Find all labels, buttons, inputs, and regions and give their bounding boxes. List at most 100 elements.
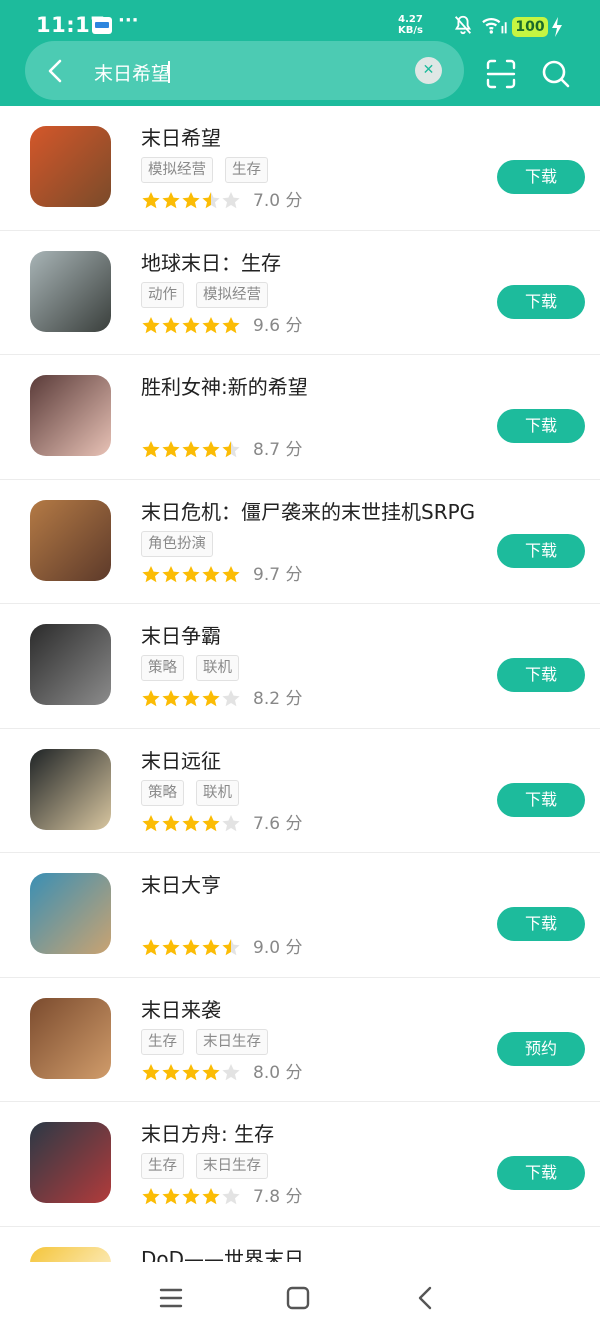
back-icon[interactable]	[411, 1283, 441, 1313]
star-icon	[142, 441, 160, 458]
star-icon	[202, 316, 220, 333]
app-name[interactable]: 末日争霸	[141, 620, 221, 649]
rating-score: 8.7 分	[253, 440, 303, 460]
app-name[interactable]: 末日危机：僵尸袭来的末世挂机SRPG	[141, 496, 475, 525]
star-icon	[142, 1063, 160, 1080]
download-button[interactable]: 下载	[497, 409, 585, 443]
app-name[interactable]: 末日方舟: 生存	[141, 1118, 274, 1147]
list-item[interactable]: 末日方舟: 生存 生存 末日生存 7.8 分 下载	[0, 1102, 600, 1227]
list-item[interactable]: 末日希望 模拟经营 生存 7.0 分 下载	[0, 106, 600, 231]
category-tag: 策略	[141, 655, 184, 681]
app-tags: 角色扮演	[141, 530, 225, 557]
star-icon	[162, 441, 180, 458]
star-icon	[142, 192, 160, 209]
star-icon	[162, 939, 180, 956]
menu-icon[interactable]	[156, 1283, 186, 1313]
search-bar[interactable]	[25, 41, 464, 100]
app-icon[interactable]	[30, 499, 111, 581]
star-icon	[222, 939, 240, 956]
rating-score: 7.6 分	[253, 813, 303, 834]
star-icon	[202, 1063, 220, 1080]
star-icon	[222, 441, 240, 458]
star-icon	[162, 1188, 180, 1205]
app-icon[interactable]	[30, 748, 111, 830]
download-button[interactable]: 下载	[497, 533, 585, 568]
app-name[interactable]: 地球末日：生存	[141, 247, 281, 276]
star-rating-icon	[142, 814, 240, 831]
star-icon	[222, 565, 240, 582]
download-button[interactable]: 下载	[497, 907, 585, 941]
app-tags: 动作 模拟经营	[141, 281, 280, 308]
app-name[interactable]: 末日希望	[141, 122, 221, 151]
reserve-button[interactable]: 预约	[497, 1031, 585, 1066]
star-icon	[222, 1188, 240, 1205]
more-dots-icon: ···	[118, 10, 139, 31]
star-icon	[202, 939, 220, 956]
app-name[interactable]: 末日远征	[141, 745, 221, 774]
download-button[interactable]: 下载	[497, 160, 585, 194]
star-icon	[162, 192, 180, 209]
download-button[interactable]: 下载	[497, 284, 585, 319]
star-icon	[202, 565, 220, 582]
notification-app-icon	[92, 17, 112, 34]
app-icon[interactable]	[30, 126, 111, 207]
app-icon[interactable]	[30, 997, 111, 1079]
star-icon	[182, 1188, 200, 1205]
home-icon[interactable]	[283, 1283, 313, 1313]
category-tag: 末日生存	[196, 1153, 268, 1179]
star-icon	[182, 1063, 200, 1080]
app-name[interactable]: 末日来袭	[141, 994, 221, 1023]
app-tags: 生存 末日生存	[141, 1153, 280, 1179]
star-rating-icon	[142, 939, 240, 956]
list-item[interactable]: 末日大亨 9.0 分 下载	[0, 853, 600, 978]
star-rating-icon	[142, 316, 240, 333]
app-icon[interactable]	[30, 873, 111, 954]
download-button[interactable]: 下载	[497, 1156, 585, 1190]
rating-score: 9.7 分	[253, 564, 303, 585]
rating-score: 7.0 分	[253, 191, 303, 211]
star-icon	[202, 814, 220, 831]
app-icon[interactable]	[30, 375, 111, 456]
app-tags: 策略 联机	[141, 779, 251, 806]
app-icon[interactable]	[30, 250, 111, 332]
app-tags: 生存 末日生存	[141, 1028, 280, 1055]
list-item[interactable]: 末日来袭 生存 末日生存 8.0 分 预约	[0, 978, 600, 1102]
bell-off-icon	[454, 15, 472, 35]
star-icon	[162, 690, 180, 707]
list-item[interactable]: 末日远征策略 联机 7.6 分 下载	[0, 729, 600, 853]
category-tag: 动作	[141, 281, 184, 308]
app-icon[interactable]	[30, 1122, 111, 1203]
list-item[interactable]: 末日危机：僵尸袭来的末世挂机SRPG 角色扮演 9.7 分 下载	[0, 480, 600, 604]
app-header: 11:17 ··· 4.27 KB/s 100 末日希望 ✕	[0, 0, 600, 106]
star-icon	[202, 441, 220, 458]
star-icon	[182, 565, 200, 582]
list-item[interactable]: 地球末日：生存 动作 模拟经营 9.6 分 下载	[0, 231, 600, 355]
clear-icon[interactable]: ✕	[415, 57, 442, 84]
star-icon	[182, 192, 200, 209]
scan-icon[interactable]	[485, 58, 517, 90]
app-name[interactable]: 胜利女神:新的希望	[141, 371, 308, 400]
star-rating-icon	[142, 1188, 240, 1205]
download-button[interactable]: 下载	[497, 782, 585, 817]
category-tag: 策略	[141, 779, 184, 806]
category-tag: 联机	[196, 655, 239, 681]
category-tag: 模拟经营	[141, 157, 213, 183]
search-icon[interactable]	[540, 58, 572, 90]
star-icon	[162, 316, 180, 333]
battery-icon: 100	[512, 17, 548, 37]
app-name[interactable]: 末日大亨	[141, 869, 221, 898]
rating-score: 9.0 分	[253, 938, 303, 958]
star-icon	[142, 1188, 160, 1205]
download-button[interactable]: 下载	[497, 658, 585, 692]
text-cursor	[168, 61, 170, 83]
star-rating-icon	[142, 1063, 240, 1080]
system-nav-bar	[0, 1262, 600, 1333]
star-rating-icon	[142, 441, 240, 458]
search-input[interactable]: 末日希望	[94, 59, 170, 86]
category-tag: 生存	[141, 1028, 184, 1055]
list-item[interactable]: 胜利女神:新的希望 8.7 分 下载	[0, 355, 600, 480]
back-arrow-icon[interactable]	[44, 58, 68, 84]
list-item[interactable]: 末日争霸 策略 联机 8.2 分下载	[0, 604, 600, 729]
app-icon[interactable]	[30, 624, 111, 705]
star-icon	[222, 1063, 240, 1080]
